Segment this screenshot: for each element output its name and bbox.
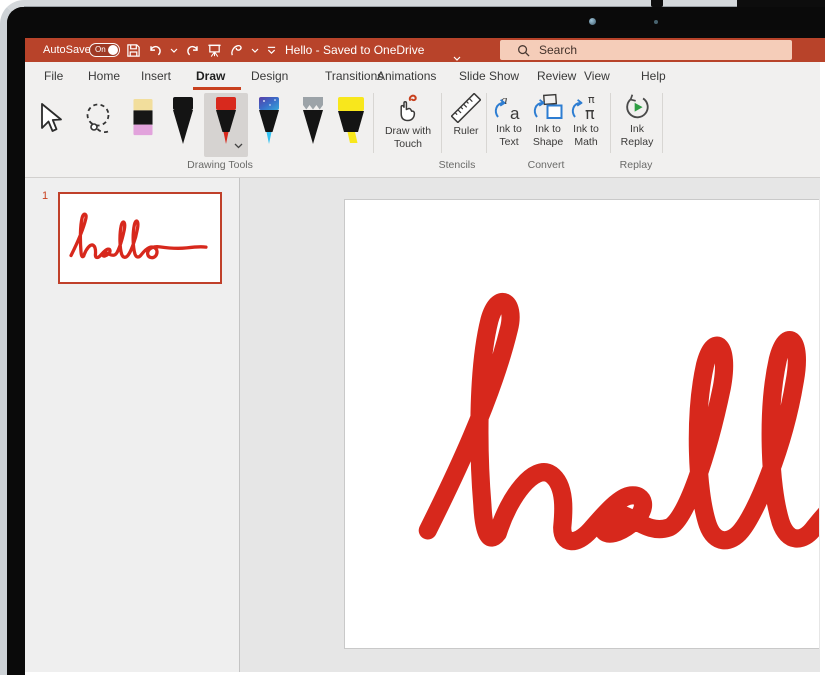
autosave-state: On [95, 45, 106, 54]
search-placeholder: Search [539, 43, 577, 57]
search-icon [517, 44, 530, 57]
device-photo: AutoSave On Hello - Saved to OneDrive Se… [0, 0, 825, 675]
draw-with-touch-button[interactable]: Draw with Touch [377, 93, 439, 150]
group-separator [441, 93, 442, 153]
pen-red-button-selected[interactable] [204, 93, 248, 157]
quick-access-toolbar [126, 38, 277, 62]
ink-to-text-button[interactable]: a a Ink to Text [489, 93, 529, 148]
undo-dropdown-icon[interactable] [170, 48, 178, 53]
toggle-knob [108, 45, 118, 55]
tab-view[interactable]: View [584, 62, 610, 91]
lasso-icon [80, 102, 120, 138]
tab-design[interactable]: Design [251, 62, 288, 91]
ruler-button[interactable]: Ruler [445, 93, 487, 138]
tab-help[interactable]: Help [641, 62, 666, 91]
ink-to-text-label: Ink to Text [489, 123, 529, 148]
device-power-button [651, 0, 663, 7]
slide-workspace [240, 178, 825, 672]
touch-hand-icon [390, 93, 426, 123]
tab-slide-show[interactable]: Slide Show [459, 62, 519, 91]
tab-insert[interactable]: Insert [141, 62, 171, 91]
search-input[interactable]: Search [500, 40, 792, 60]
ir-sensor-icon [654, 20, 658, 24]
ink-to-math-button[interactable]: π π Ink to Math [566, 93, 606, 148]
undo-button[interactable] [148, 43, 163, 58]
powerpoint-window: AutoSave On Hello - Saved to OneDrive Se… [25, 38, 825, 675]
redo-button[interactable] [185, 43, 200, 58]
save-button[interactable] [126, 43, 141, 58]
group-separator [373, 93, 374, 153]
title-bar: AutoSave On Hello - Saved to OneDrive Se… [25, 38, 825, 62]
ink-to-text-icon: a a [492, 93, 526, 121]
ink-replay-label: Ink Replay [614, 123, 660, 148]
main-content: 1 [25, 178, 825, 672]
convert-group-label: Convert [528, 159, 565, 171]
tab-review[interactable]: Review [537, 62, 576, 91]
tab-file[interactable]: File [44, 62, 63, 91]
active-tab-underline [193, 87, 241, 90]
svg-text:π: π [585, 104, 595, 121]
tab-transitions[interactable]: Transitions [325, 62, 383, 91]
pencil-icon [298, 96, 328, 146]
group-separator [662, 93, 663, 153]
tab-home[interactable]: Home [88, 62, 120, 91]
document-title: Hello - Saved to OneDrive [285, 38, 424, 62]
autosave-toggle[interactable]: On [89, 43, 120, 57]
select-tool-button[interactable] [38, 102, 64, 141]
ink-to-math-label: Ink to Math [566, 123, 606, 148]
eraser-icon [130, 98, 156, 138]
replay-group-label: Replay [620, 159, 653, 171]
pen-black-icon [168, 96, 198, 146]
pen-galaxy-button[interactable] [254, 96, 284, 151]
stencils-group-label: Stencils [439, 159, 476, 171]
thumbnail-ink-hello [68, 208, 210, 267]
ink-replay-button[interactable]: Ink Replay [614, 93, 660, 148]
tab-animations[interactable]: Animations [377, 62, 436, 91]
webcam-icon [589, 18, 596, 25]
select-arrow-icon [38, 102, 64, 136]
ink-to-shape-button[interactable]: Ink to Shape [528, 93, 568, 148]
autosave-label: AutoSave [43, 38, 91, 62]
lasso-select-button[interactable] [80, 102, 120, 143]
highlighter-button[interactable] [334, 96, 368, 151]
slide-canvas[interactable] [344, 199, 819, 649]
pen-galaxy-icon [254, 96, 284, 146]
slide-thumbnail[interactable] [58, 192, 222, 284]
vertical-scrollbar[interactable] [820, 62, 825, 672]
ruler-label: Ruler [453, 125, 478, 138]
pencil-button[interactable] [298, 96, 328, 151]
ribbon: File Home Insert Draw Design Transitions… [25, 62, 825, 178]
ruler-icon [451, 93, 481, 123]
drawing-tools-group-label: Drawing Tools [187, 159, 253, 171]
slide-thumbnail-panel: 1 [25, 178, 239, 672]
ink-replay-icon [623, 93, 651, 121]
svg-text:a: a [510, 104, 520, 121]
pen-black-button[interactable] [168, 96, 198, 151]
customize-qat-icon[interactable] [266, 46, 277, 55]
highlighter-icon [334, 96, 368, 146]
slide-number: 1 [42, 190, 48, 202]
ink-to-math-icon: π π [569, 93, 603, 121]
eraser-button[interactable] [130, 98, 156, 143]
group-separator [486, 93, 487, 153]
draw-with-touch-label: Draw with Touch [377, 125, 439, 150]
group-separator [610, 93, 611, 153]
ink-to-shape-label: Ink to Shape [528, 123, 568, 148]
pen-options-chevron-icon[interactable] [234, 136, 243, 154]
start-slideshow-button[interactable] [207, 43, 222, 58]
ink-hello-drawing [411, 270, 819, 592]
ink-pen-qat-button[interactable] [229, 43, 244, 58]
ink-pen-dropdown-icon[interactable] [251, 48, 259, 53]
ink-to-shape-icon [531, 93, 565, 121]
